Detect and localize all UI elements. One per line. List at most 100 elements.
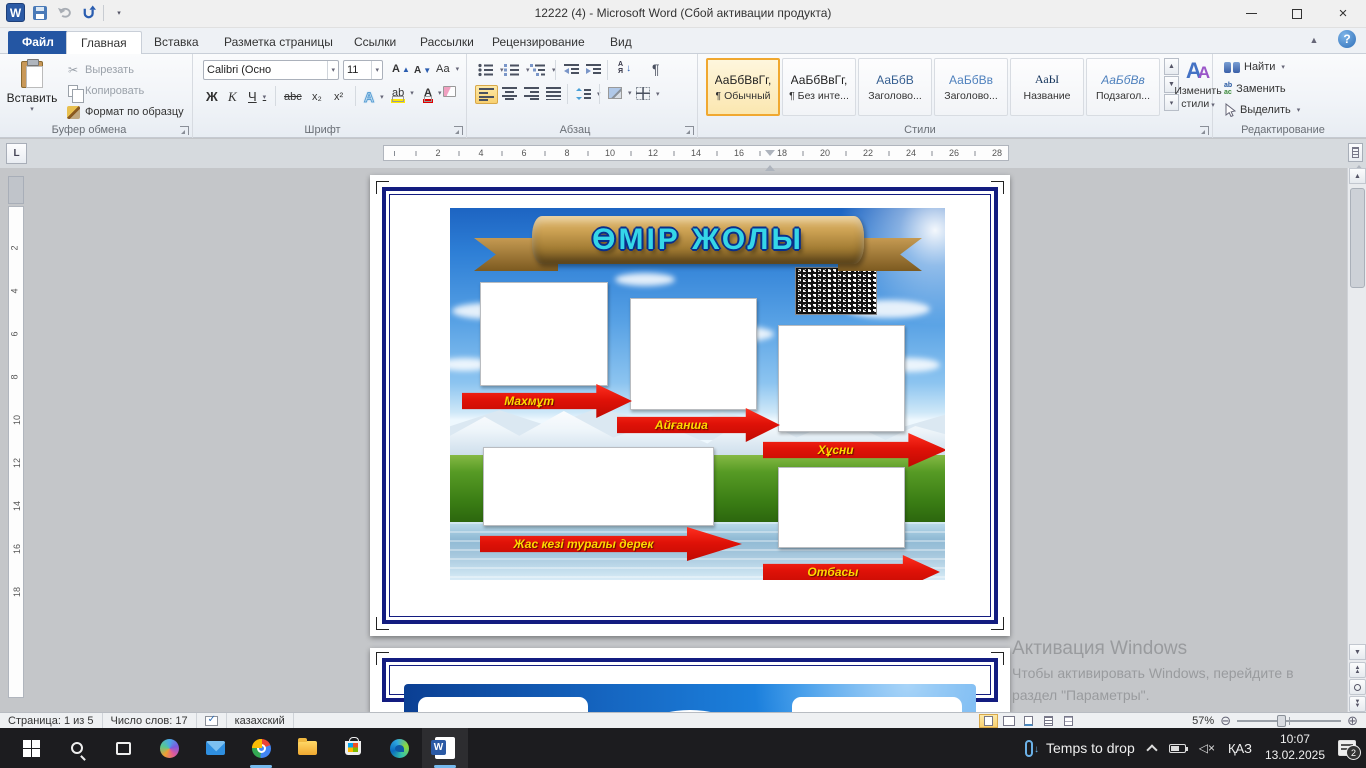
replace-button[interactable]: ab ac Заменить	[1221, 80, 1289, 98]
clipboard-dialog-launcher[interactable]	[180, 126, 189, 135]
zoom-slider-thumb[interactable]	[1277, 714, 1287, 727]
style-no-spacing[interactable]: АаБбВвГг, ¶ Без инте...	[782, 58, 856, 116]
zoom-level[interactable]: 57%	[1192, 715, 1214, 727]
shading-button[interactable]	[605, 85, 635, 101]
underline-button[interactable]: Ч	[245, 87, 269, 106]
battery-icon[interactable]	[1168, 743, 1188, 753]
style-subtitle[interactable]: АаБбВв Подзагол...	[1086, 58, 1160, 116]
close-button[interactable]: ×	[1320, 0, 1366, 27]
photo-placeholder-2[interactable]	[630, 298, 757, 410]
keyboard-language[interactable]: ҚАЗ	[1228, 741, 1252, 756]
start-button[interactable]	[8, 728, 54, 768]
document-page-2[interactable]	[370, 648, 1010, 712]
language-indicator[interactable]: казахский	[227, 713, 294, 728]
show-marks-button[interactable]: ¶	[649, 59, 663, 79]
collapse-ribbon-icon[interactable]: ▲	[1306, 32, 1322, 48]
maximize-button[interactable]	[1274, 0, 1320, 27]
microsoft-store-button[interactable]	[330, 728, 376, 768]
borders-button[interactable]	[633, 85, 663, 102]
zoom-in-icon[interactable]: ⊕	[1347, 713, 1358, 729]
copilot-button[interactable]	[146, 728, 192, 768]
font-dialog-launcher[interactable]	[454, 126, 463, 135]
multilevel-list-button[interactable]	[527, 61, 559, 79]
help-icon[interactable]: ?	[1338, 30, 1356, 48]
sort-button[interactable]: АЯ ↓	[615, 59, 634, 77]
next-page-button[interactable]: ▼ ▼	[1349, 696, 1366, 712]
photo-placeholder-5[interactable]	[778, 467, 905, 548]
format-painter-button[interactable]: Формат по образцу	[62, 102, 187, 122]
increase-indent-button[interactable]	[583, 61, 604, 79]
minimize-button[interactable]	[1228, 0, 1274, 27]
bold-button[interactable]: Ж	[203, 87, 221, 106]
shrink-font-button[interactable]: А ▼	[411, 63, 434, 78]
print-layout-view-button[interactable]	[979, 713, 998, 728]
tab-selector-button[interactable]: L	[6, 143, 27, 164]
align-left-button[interactable]	[475, 85, 498, 104]
taskbar-search-button[interactable]	[54, 728, 100, 768]
proofing-status[interactable]	[197, 713, 227, 728]
tab-insert[interactable]: Вставка	[140, 31, 213, 54]
select-button[interactable]: Выделить	[1221, 101, 1303, 119]
tab-page-layout[interactable]: Разметка страницы	[210, 31, 347, 54]
change-case-button[interactable]: Аа	[433, 61, 462, 77]
photo-placeholder-1[interactable]	[480, 282, 608, 386]
tab-references[interactable]: Ссылки	[340, 31, 410, 54]
paragraph-dialog-launcher[interactable]	[685, 126, 694, 135]
decrease-indent-button[interactable]	[561, 61, 582, 79]
paste-button[interactable]: Вставить ▾	[7, 58, 57, 130]
h-ruler[interactable]: 2 4 6 8 10 12 14 16 18 20 22 24 26 28	[383, 145, 1364, 171]
task-view-button[interactable]	[100, 728, 146, 768]
mail-button[interactable]	[192, 728, 238, 768]
copy-button[interactable]: Копировать	[62, 81, 147, 103]
zoom-out-icon[interactable]: ⊖	[1220, 713, 1231, 729]
document-page-1[interactable]: ӨМІР ЖОЛЫ Махмұт Айғанша Хұсни Жас кезі …	[370, 175, 1010, 636]
tray-expand-icon[interactable]	[1146, 744, 1158, 756]
word-taskbar-button[interactable]	[422, 728, 468, 768]
grow-font-button[interactable]: А ▲	[389, 61, 413, 77]
scroll-down-button[interactable]: ▼	[1349, 644, 1366, 660]
scroll-up-button[interactable]: ▲	[1349, 168, 1366, 184]
photo-placeholder-4[interactable]	[483, 447, 714, 526]
edge-button[interactable]	[376, 728, 422, 768]
file-explorer-button[interactable]	[284, 728, 330, 768]
style-heading1[interactable]: АаБбВ Заголово...	[858, 58, 932, 116]
hanging-indent-marker[interactable]	[765, 160, 775, 171]
clock[interactable]: 10:07 13.02.2025	[1265, 732, 1325, 763]
font-size-combo[interactable]: 11 ▾	[343, 60, 383, 80]
draft-view-button[interactable]	[1059, 714, 1078, 728]
word-count[interactable]: Число слов: 17	[103, 713, 197, 728]
select-browse-object-button[interactable]	[1349, 679, 1366, 695]
highlight-button[interactable]: ab	[389, 85, 417, 103]
tab-review[interactable]: Рецензирование	[478, 31, 599, 54]
volume-muted-icon[interactable]: ◁×	[1199, 741, 1215, 755]
tab-mailings[interactable]: Рассылки	[406, 31, 488, 54]
page-indicator[interactable]: Страница: 1 из 5	[0, 713, 103, 728]
zoom-slider[interactable]	[1237, 714, 1342, 727]
justify-button[interactable]	[543, 85, 564, 102]
chrome-button[interactable]	[238, 728, 284, 768]
web-layout-view-button[interactable]	[1019, 714, 1038, 728]
align-center-button[interactable]	[499, 85, 520, 102]
font-color-button[interactable]: А	[421, 85, 444, 103]
poster-image[interactable]: ӨМІР ЖОЛЫ Махмұт Айғанша Хұсни Жас кезі …	[450, 208, 945, 580]
outline-view-button[interactable]	[1039, 714, 1058, 728]
find-button[interactable]: Найти	[1221, 59, 1288, 75]
scrollbar-thumb[interactable]	[1350, 188, 1365, 288]
italic-button[interactable]: К	[225, 87, 240, 107]
font-family-combo[interactable]: Calibri (Осно ▾	[203, 60, 339, 80]
style-normal[interactable]: АаБбВвГг, ¶ Обычный	[706, 58, 780, 116]
style-heading2[interactable]: АаБбВв Заголово...	[934, 58, 1008, 116]
tab-home[interactable]: Главная	[66, 31, 142, 54]
vertical-scrollbar[interactable]: ▲ ▼ ▲ ▲ ▼ ▼	[1347, 168, 1366, 712]
text-effects-button[interactable]: А	[361, 87, 387, 107]
strikethrough-button[interactable]: abc	[281, 89, 305, 105]
styles-scroll-up[interactable]: ▲	[1164, 58, 1179, 75]
ruler-toggle-button[interactable]	[1348, 143, 1363, 162]
notification-center-icon[interactable]: 2	[1338, 740, 1361, 760]
photo-placeholder-3[interactable]	[778, 325, 905, 432]
superscript-button[interactable]: х²	[331, 89, 346, 105]
styles-dialog-launcher[interactable]	[1200, 126, 1209, 135]
v-ruler[interactable]: 2 4 6 8 10 12 14 16 18	[8, 170, 24, 704]
weather-icon[interactable]	[1025, 739, 1039, 757]
reading-view-button[interactable]	[999, 714, 1018, 728]
